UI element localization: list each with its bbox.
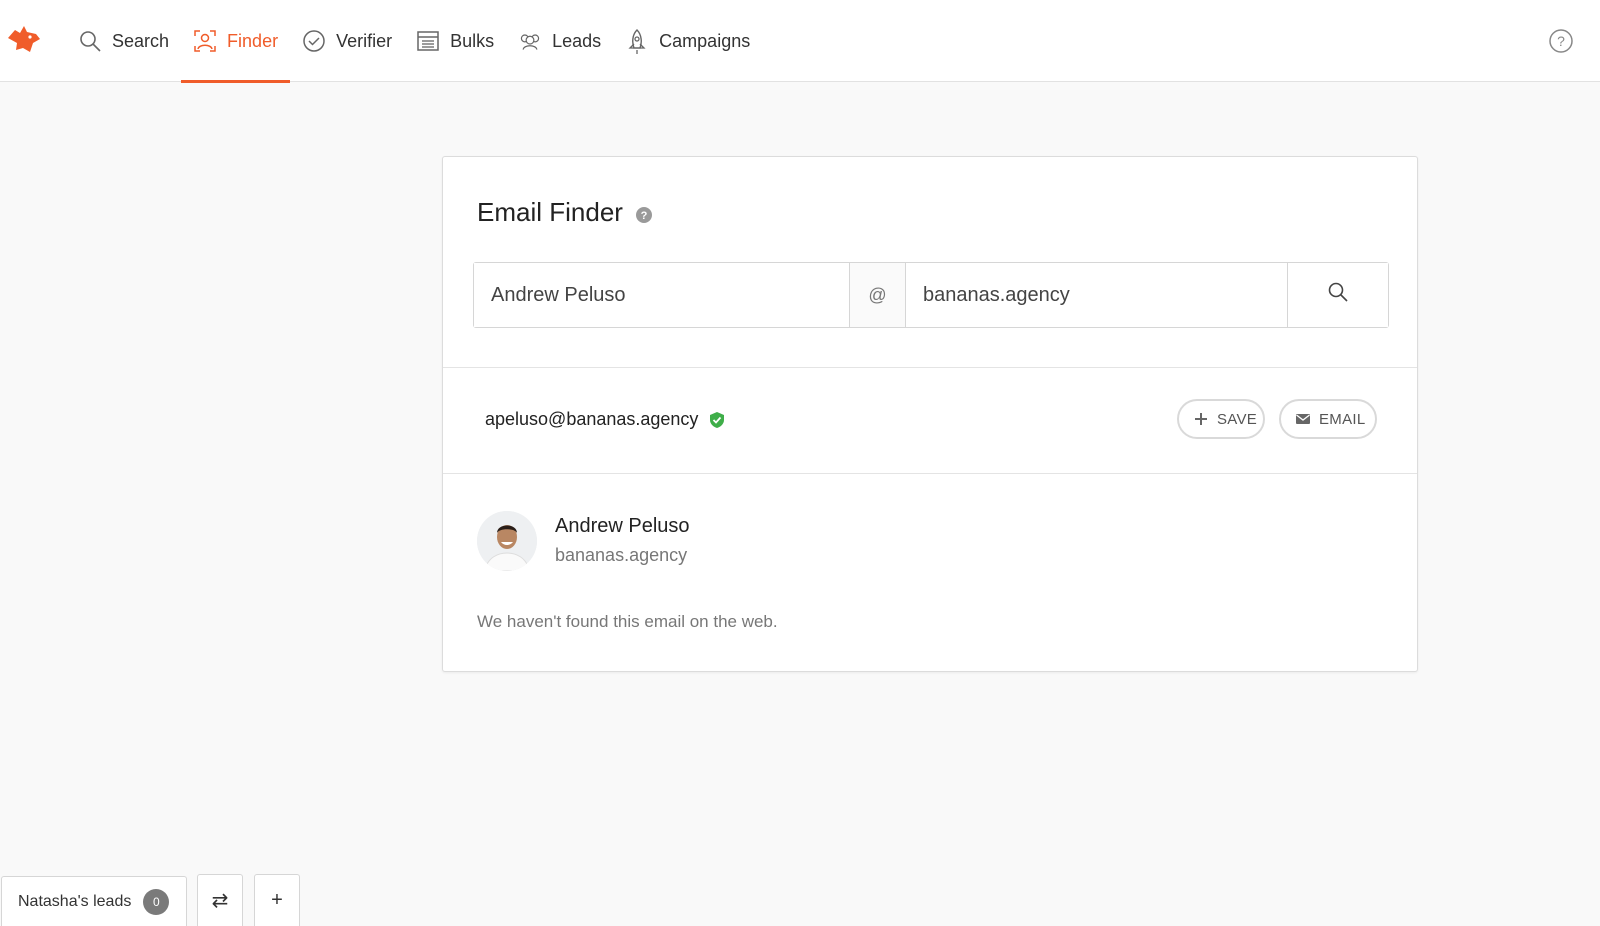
section-divider [443,367,1417,368]
nav-label-verifier: Verifier [336,30,393,51]
help-icon[interactable]: ? [635,206,653,224]
nav-label-bulks: Bulks [450,30,495,51]
main-nav: Search Finder Verifier Bulks Leads Campa… [66,0,762,83]
search-icon [1327,281,1349,309]
email-finder-title: Email Finder [477,197,623,227]
at-separator: @ [850,263,906,327]
domain-value: bananas.agency [923,283,1070,306]
save-label: SAVE [1217,410,1258,428]
leads-list-label: Natasha's leads [18,892,132,910]
nav-label-campaigns: Campaigns [659,30,751,51]
source-note: We haven't found this email on the web. [477,612,778,631]
page-title: Email Finder ? [477,197,653,228]
nav-label-finder: Finder [227,30,279,51]
avatar [477,511,537,571]
leads-list-tab[interactable]: Natasha's leads 0 [1,876,187,926]
envelope-icon [1295,411,1311,427]
fox-logo-icon[interactable] [6,24,40,56]
plus-icon [1193,411,1209,427]
full-name-value: Andrew Peluso [491,283,626,306]
finder-search-form: Andrew Peluso @ bananas.agency [473,262,1389,328]
search-icon [78,29,102,53]
plus-icon: + [271,889,283,911]
campaigns-icon [625,29,649,54]
nav-label-search: Search [112,30,170,51]
domain-input[interactable]: bananas.agency [906,263,1288,327]
finder-icon [193,29,217,53]
nav-item-finder[interactable]: Finder [181,0,291,83]
nav-label-leads: Leads [552,30,602,51]
nav-item-bulks[interactable]: Bulks [404,0,506,82]
nav-item-campaigns[interactable]: Campaigns [613,0,762,82]
found-email: apeluso@bananas.agency [485,409,699,429]
person-domain: bananas.agency [555,545,688,565]
email-finder-card: Email Finder ? Andrew Peluso @ bananas.a… [442,156,1418,672]
nav-item-verifier[interactable]: Verifier [290,0,404,82]
svg-text:?: ? [641,210,648,222]
section-divider [443,473,1417,474]
found-email-row: apeluso@bananas.agency [485,409,726,430]
add-list-button[interactable]: + [254,874,300,926]
svg-text:?: ? [1557,33,1565,49]
switch-list-button[interactable]: ⇄ [197,874,243,926]
nav-item-search[interactable]: Search [66,0,181,82]
bulks-icon [416,29,440,53]
search-submit-button[interactable] [1288,263,1388,327]
help-circle-icon[interactable]: ? [1548,28,1574,54]
email-label: EMAIL [1319,410,1366,428]
leads-count-badge: 0 [143,888,170,915]
verifier-icon [302,29,326,53]
swap-icon: ⇄ [211,890,229,912]
nav-item-leads[interactable]: Leads [506,0,613,82]
email-button[interactable]: EMAIL [1279,399,1377,439]
at-symbol: @ [868,284,887,305]
save-button[interactable]: SAVE [1177,399,1265,439]
leads-icon [518,29,542,53]
verified-shield-icon [708,411,726,429]
full-name-input[interactable]: Andrew Peluso [474,263,850,327]
person-name: Andrew Peluso [555,515,690,537]
top-navigation-bar: Search Finder Verifier Bulks Leads Campa… [0,0,1600,83]
